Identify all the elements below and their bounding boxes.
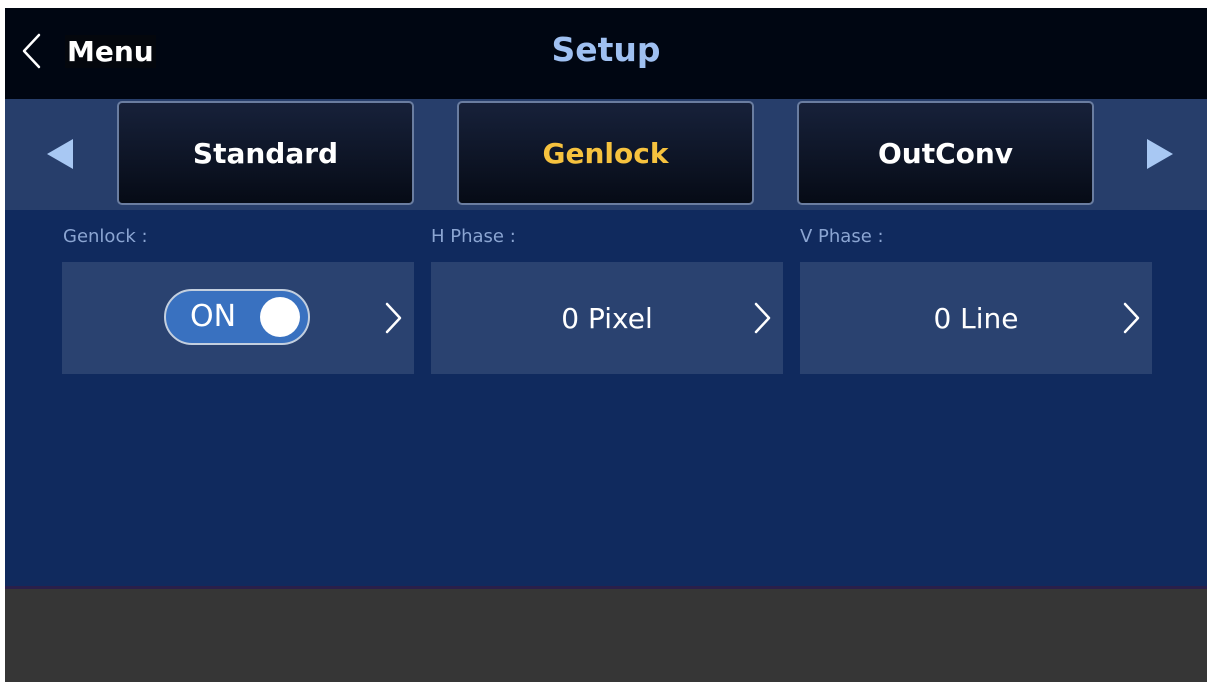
chevron-right-icon [1123,302,1140,334]
footer-bar [5,589,1207,682]
triangle-right-icon [1147,139,1173,169]
h-phase-label: H Phase : [431,226,516,247]
toggle-state-label: ON [190,299,237,334]
tab-standard[interactable]: Standard [117,101,414,205]
genlock-label: Genlock : [63,226,148,247]
prev-tabs-button[interactable] [35,129,85,179]
next-tabs-button[interactable] [1133,129,1183,179]
chevron-right-icon [385,302,402,334]
triangle-left-icon [47,139,73,169]
tab-bar: Standard Genlock OutConv [5,99,1207,210]
setup-screen: Menu Setup Standard Genlock OutConv Genl… [5,8,1207,682]
genlock-toggle[interactable]: ON [164,289,310,345]
h-phase-panel[interactable]: 0 Pixel [431,262,783,374]
v-phase-panel[interactable]: 0 Line [800,262,1152,374]
tab-genlock[interactable]: Genlock [457,101,754,205]
chevron-right-icon [754,302,771,334]
v-phase-label: V Phase : [800,226,884,247]
v-phase-value: 0 Line [933,301,1019,335]
toggle-knob [260,297,300,337]
header-bar: Menu Setup [5,8,1207,99]
h-phase-value: 0 Pixel [561,301,653,335]
page-title: Setup [551,30,661,69]
genlock-panel[interactable]: ON [62,262,414,374]
tab-outconv[interactable]: OutConv [797,101,1094,205]
